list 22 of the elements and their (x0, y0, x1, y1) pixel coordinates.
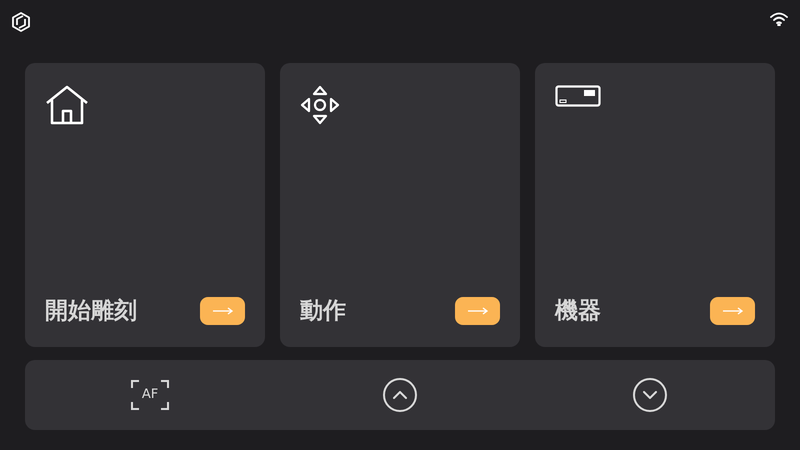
house-icon (45, 85, 89, 125)
arrow-icon (212, 306, 232, 315)
card-title: 開始雕刻 (45, 296, 137, 326)
card-title: 動作 (300, 296, 346, 326)
chevron-down-icon (643, 391, 657, 399)
scroll-up-button[interactable] (383, 378, 417, 412)
arrow-icon (468, 306, 488, 315)
menu-card[interactable]: 動作 (280, 63, 520, 347)
chevron-up-icon (393, 391, 407, 399)
machine-icon (555, 85, 601, 107)
menu-card[interactable]: 機器 (535, 63, 775, 347)
menu-card[interactable]: 開始雕刻 (25, 63, 265, 347)
arrow-icon (722, 306, 742, 315)
logo-icon (12, 12, 30, 32)
go-button[interactable] (455, 296, 500, 325)
autofocus-button[interactable]: AF (131, 380, 169, 410)
go-button[interactable] (710, 296, 755, 325)
direction-pad-icon (300, 85, 340, 125)
go-button[interactable] (200, 296, 245, 325)
wifi-icon (770, 12, 788, 26)
card-title: 機器 (555, 296, 601, 326)
scroll-down-button[interactable] (633, 378, 667, 412)
